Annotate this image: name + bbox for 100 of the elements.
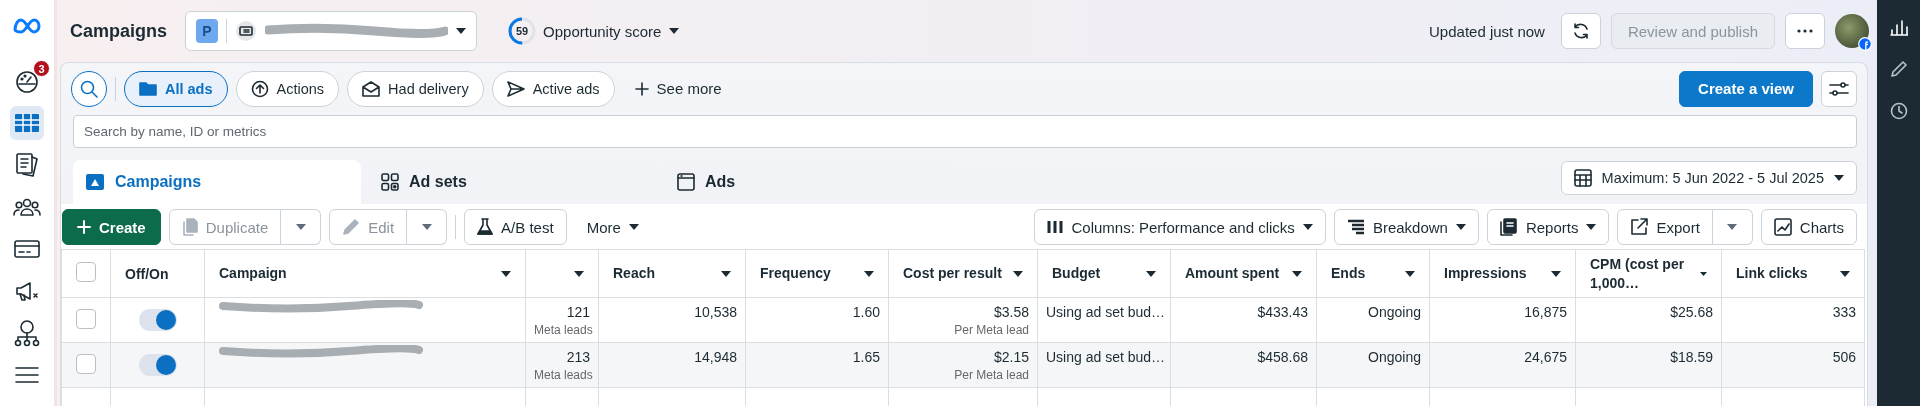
table-cell: 1.60 [852,304,880,320]
refresh-icon [1571,22,1590,40]
toggle-switch[interactable] [138,354,177,376]
caret-icon [1455,224,1466,230]
caret-icon [1586,224,1597,230]
filter-chip[interactable]: Actions [235,70,340,107]
view-settings-button[interactable] [1821,70,1857,107]
filter-chip[interactable]: All ads [124,70,228,107]
create-button[interactable]: Create [62,209,161,245]
notification-badge: 3 [33,60,50,77]
search-button[interactable] [71,70,107,107]
checkbox[interactable] [76,262,96,282]
chart-icon [1773,218,1792,236]
create-view-button[interactable]: Create a view [1679,70,1813,107]
ab-test-button[interactable]: A/B test [464,209,567,245]
bar-chart-icon [1889,18,1908,36]
facebook-badge-icon [1858,37,1872,51]
checkbox[interactable] [76,353,96,374]
table-cell: $458.68 [1257,349,1308,365]
reports-button[interactable]: Reports [1486,209,1610,245]
date-range-button[interactable]: Maximum: 5 Jun 2022 - 5 Jul 2025 [1560,161,1857,195]
column-header[interactable]: Campaign [219,264,287,283]
table-cell: 333 [1832,304,1856,320]
caret-icon [1840,270,1850,277]
caret-icon [1013,270,1023,277]
window-icon [677,173,695,191]
edit-panel-button[interactable] [1889,60,1908,78]
column-header[interactable]: Link clicks [1736,264,1808,283]
caret-icon [1292,270,1302,277]
table-icon [14,112,40,134]
card-icon [14,239,40,259]
table-cell: 1.65 [852,349,880,365]
account-avatar: P [196,19,219,43]
caret-icon [1834,175,1844,181]
caret-icon [1405,270,1415,277]
filter-chip[interactable]: Active ads [491,70,615,107]
result-type: Per Meta lead [953,368,1029,383]
toggle-switch[interactable] [138,309,177,331]
checkbox[interactable] [76,308,96,329]
tab[interactable]: Campaigns [73,160,361,204]
table-cell: $18.59 [1670,349,1713,365]
network-icon [14,319,40,347]
score-value: 59 [514,24,530,38]
reports-icon [1499,218,1518,236]
table-cell: 14,948 [694,349,737,365]
caret-icon [1551,270,1561,277]
column-header[interactable]: Ends [1331,264,1366,283]
filter-chip[interactable]: Had delivery [347,70,484,107]
campaign-icon [85,173,105,191]
see-more-button[interactable]: See more [622,80,734,97]
page-icon [235,20,258,42]
search-field[interactable]: Search by name, ID or metrics [73,115,1857,148]
table-cell: $433.43 [1257,304,1308,320]
caret-icon [421,224,432,230]
charts-button[interactable]: Charts [1760,209,1857,245]
caret-icon [628,224,639,230]
score-ring [507,16,538,46]
table-cell: $2.15 [993,349,1029,365]
table-cell: Ongoing [1368,304,1421,320]
more-button[interactable]: More [574,209,651,245]
table-cell: 213 [566,349,590,365]
people-icon [13,196,41,218]
refresh-button[interactable] [1560,13,1601,49]
export-icon [1630,218,1649,236]
insights-button[interactable] [1889,18,1908,36]
table-cell: $25.68 [1670,304,1713,320]
flask-icon [477,218,494,236]
columns-button[interactable]: Columns: Performance and clicks [1034,209,1326,245]
export-button[interactable]: Export [1617,209,1713,245]
pencil-icon [1889,60,1908,78]
caret-icon [456,28,467,34]
dots-icon [1797,29,1813,33]
envelope-icon [362,80,381,97]
opportunity-score-button[interactable]: Opportunity score [537,22,686,40]
caret-icon [574,270,584,277]
search-icon [80,79,98,98]
column-header[interactable]: Budget [1052,264,1101,283]
column-header[interactable]: Reach [613,264,656,283]
caret-icon [721,270,731,277]
caret-icon [1727,224,1738,230]
infinity-logo [12,16,42,36]
table-cell: 16,875 [1524,304,1567,320]
caret-icon [501,270,511,277]
grid-icon [381,173,399,191]
breakdown-icon [1346,219,1365,235]
megaphone-icon [14,279,40,303]
breakdown-button[interactable]: Breakdown [1333,209,1479,245]
send-icon [506,80,525,97]
sliders-icon [1829,80,1849,97]
menu-icon [14,365,40,385]
result-type: Per Meta lead [953,323,1029,338]
caret-icon [1699,270,1707,277]
column-header[interactable]: Frequency [760,264,831,283]
calendar-icon [1573,169,1592,187]
gauge-icon [14,68,40,94]
profile-avatar[interactable] [1835,14,1869,48]
history-button[interactable] [1889,102,1908,120]
clock-icon [1889,102,1908,120]
table-cell: Using ad set bud… [1046,349,1166,365]
caret-icon [864,270,874,277]
